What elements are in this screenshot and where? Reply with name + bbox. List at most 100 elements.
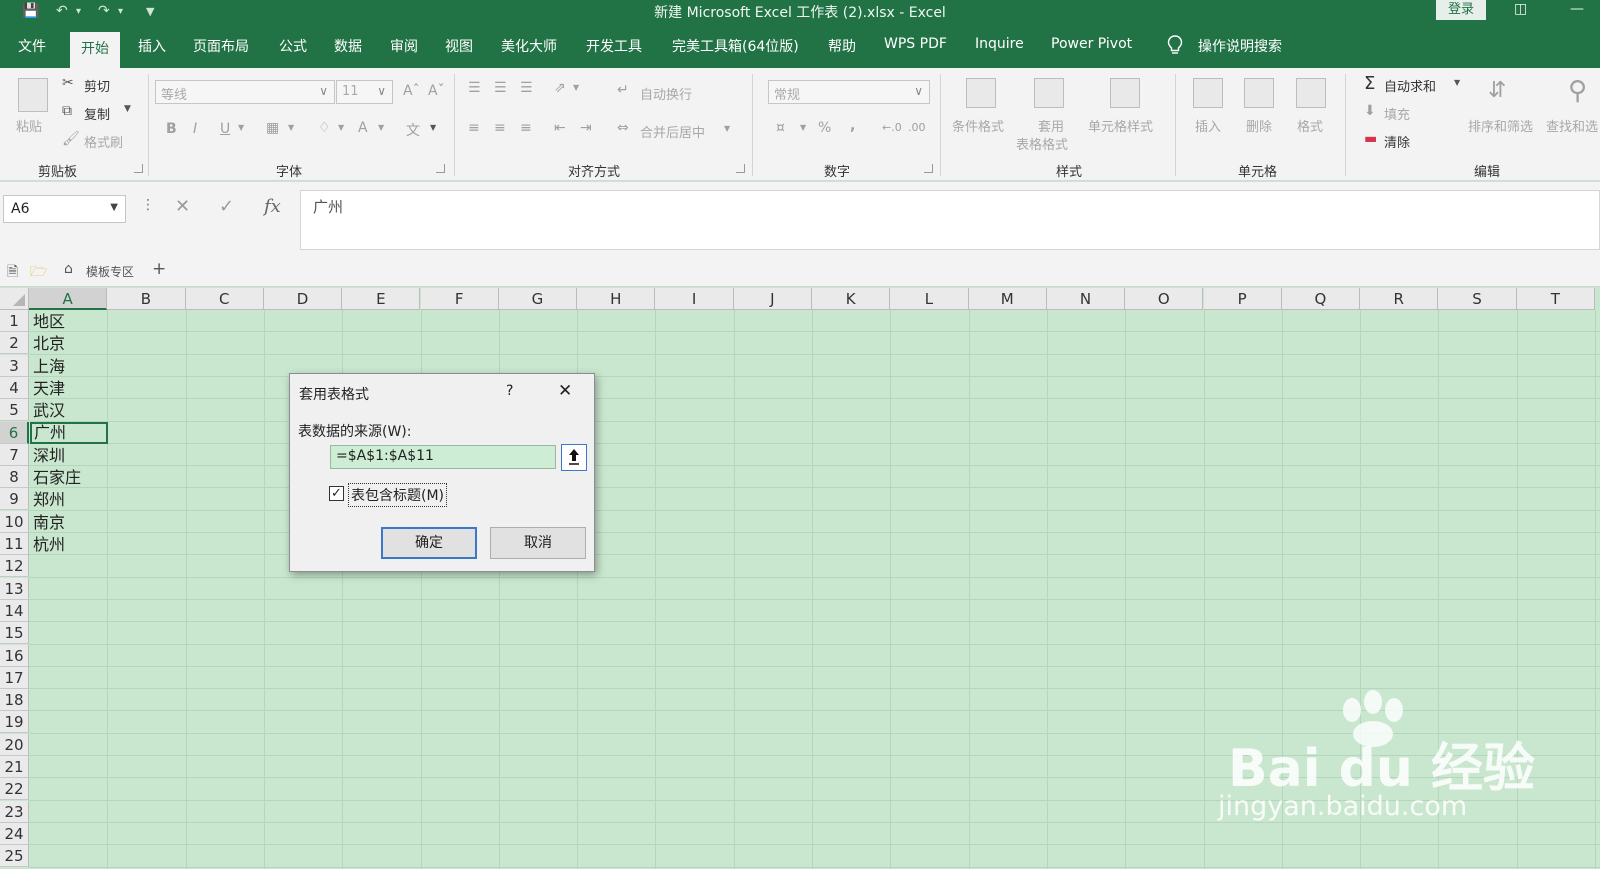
row-header[interactable]: 2 bbox=[0, 332, 29, 355]
source-range-input[interactable]: =$A$1:$A$11 bbox=[330, 445, 556, 469]
increase-decimal-icon[interactable]: ←.0 bbox=[882, 121, 902, 134]
tab-help[interactable]: 帮助 bbox=[828, 36, 856, 56]
column-header[interactable]: C bbox=[185, 288, 264, 310]
italic-button[interactable]: I bbox=[193, 121, 197, 137]
row-header[interactable]: 21 bbox=[0, 756, 29, 778]
sort-filter-button[interactable]: 排序和筛选 bbox=[1468, 116, 1533, 135]
orientation-icon[interactable]: ⇗ bbox=[554, 80, 566, 96]
row-header[interactable]: 13 bbox=[0, 577, 29, 600]
column-header[interactable]: G bbox=[498, 288, 578, 310]
row-header[interactable]: 25 bbox=[0, 845, 29, 868]
column-header[interactable]: Q bbox=[1281, 288, 1361, 310]
shrink-font-icon[interactable]: Aˇ bbox=[428, 83, 445, 99]
row-header[interactable]: 19 bbox=[0, 711, 29, 734]
row-header[interactable]: 18 bbox=[0, 689, 29, 712]
column-header[interactable]: A bbox=[29, 288, 108, 310]
phonetic-dropdown-icon[interactable]: ▼ bbox=[430, 123, 436, 132]
column-header[interactable]: N bbox=[1046, 288, 1126, 310]
column-header[interactable]: J bbox=[733, 288, 812, 310]
column-header[interactable]: T bbox=[1516, 288, 1595, 310]
currency-dropdown-icon[interactable]: ▼ bbox=[800, 123, 806, 132]
row-header[interactable]: 4 bbox=[0, 376, 29, 399]
row-header[interactable]: 3 bbox=[0, 354, 29, 377]
fill-color-icon[interactable]: ♢ bbox=[318, 120, 331, 136]
tab-inquire[interactable]: Inquire bbox=[975, 36, 1024, 52]
paste-icon[interactable] bbox=[18, 78, 48, 112]
cell[interactable]: 北京 bbox=[30, 332, 108, 354]
grow-font-icon[interactable]: Aˆ bbox=[403, 83, 420, 99]
column-header[interactable]: P bbox=[1203, 288, 1282, 310]
row-header[interactable]: 10 bbox=[0, 510, 29, 533]
row-header[interactable]: 17 bbox=[0, 666, 29, 689]
new-doc-icon[interactable]: 🗎 bbox=[7, 261, 18, 285]
format-painter-button[interactable]: 格式刷 bbox=[84, 132, 123, 151]
autosum-button[interactable]: 自动求和 bbox=[1384, 76, 1436, 95]
confirm-entry-icon[interactable]: ✓ bbox=[219, 196, 234, 217]
cell-styles-button[interactable]: 单元格样式 bbox=[1088, 116, 1153, 135]
ok-button[interactable]: 确定 bbox=[381, 527, 477, 559]
tab-page-layout[interactable]: 页面布局 bbox=[193, 36, 249, 56]
tab-perfect-toolbox[interactable]: 完美工具箱(64位版) bbox=[672, 36, 799, 56]
ribbon-display-icon[interactable]: ◫ bbox=[1514, 1, 1527, 17]
autosum-dropdown-icon[interactable]: ▼ bbox=[1454, 78, 1460, 87]
column-header[interactable]: D bbox=[263, 288, 343, 310]
increase-indent-icon[interactable]: ⇥ bbox=[580, 120, 592, 136]
tab-data[interactable]: 数据 bbox=[334, 36, 362, 56]
folder-icon[interactable]: 🗁 bbox=[30, 261, 47, 285]
alignment-launcher-icon[interactable] bbox=[736, 164, 745, 173]
column-header[interactable]: F bbox=[420, 288, 499, 310]
row-header[interactable]: 24 bbox=[0, 822, 29, 845]
copy-button[interactable]: 复制 bbox=[84, 104, 110, 123]
tab-power-pivot[interactable]: Power Pivot bbox=[1051, 36, 1132, 52]
add-tab-button[interactable]: + bbox=[152, 259, 166, 279]
row-header[interactable]: 20 bbox=[0, 733, 29, 756]
currency-icon[interactable]: ¤ bbox=[776, 120, 785, 136]
table-format-button-line2[interactable]: 表格格式 bbox=[1016, 134, 1068, 153]
underline-dropdown-icon[interactable]: ▼ bbox=[238, 123, 244, 132]
cell[interactable]: 武汉 bbox=[30, 399, 108, 421]
cancel-button[interactable]: 取消 bbox=[490, 527, 586, 559]
row-header[interactable]: 11 bbox=[0, 533, 29, 555]
tab-developer[interactable]: 开发工具 bbox=[586, 36, 642, 56]
font-size-box[interactable]: 11 ∨ bbox=[336, 80, 393, 104]
fill-button[interactable]: 填充 bbox=[1384, 104, 1410, 123]
row-header[interactable]: 22 bbox=[0, 778, 29, 801]
formula-input[interactable]: 广州 bbox=[300, 190, 1600, 250]
insert-cells-button[interactable]: 插入 bbox=[1195, 116, 1221, 135]
cell[interactable]: 上海 bbox=[30, 355, 108, 377]
cell[interactable]: 郑州 bbox=[30, 488, 108, 510]
row-header[interactable]: 12 bbox=[0, 555, 29, 578]
row-header[interactable]: 7 bbox=[0, 443, 29, 466]
lightbulb-icon[interactable] bbox=[1166, 34, 1184, 56]
align-left-icon[interactable]: ≡ bbox=[468, 120, 480, 136]
column-header[interactable]: K bbox=[812, 288, 891, 310]
decrease-indent-icon[interactable]: ⇤ bbox=[554, 120, 566, 136]
tab-insert[interactable]: 插入 bbox=[138, 36, 166, 56]
underline-button[interactable]: U bbox=[220, 121, 230, 137]
cell[interactable]: 深圳 bbox=[30, 444, 108, 466]
cell[interactable]: 杭州 bbox=[30, 533, 108, 555]
column-header[interactable]: M bbox=[968, 288, 1047, 310]
has-headers-checkbox[interactable]: ✓ bbox=[329, 486, 344, 501]
login-button[interactable]: 登录 bbox=[1436, 0, 1486, 20]
row-header[interactable]: 14 bbox=[0, 599, 29, 622]
find-select-button[interactable]: 查找和选 bbox=[1546, 116, 1598, 135]
align-bottom-icon[interactable]: ☰ bbox=[520, 80, 533, 96]
table-format-button-line1[interactable]: 套用 bbox=[1038, 116, 1064, 135]
conditional-format-button[interactable]: 条件格式 bbox=[952, 116, 1004, 135]
tab-review[interactable]: 审阅 bbox=[390, 36, 418, 56]
column-header[interactable]: H bbox=[577, 288, 656, 310]
insert-function-button[interactable]: fx bbox=[264, 196, 281, 217]
minimize-icon[interactable]: — bbox=[1570, 1, 1584, 17]
column-header[interactable]: E bbox=[342, 288, 421, 310]
align-center-icon[interactable]: ≡ bbox=[494, 120, 506, 136]
font-launcher-icon[interactable] bbox=[436, 164, 445, 173]
comma-button[interactable]: , bbox=[850, 118, 855, 134]
clear-button[interactable]: 清除 bbox=[1384, 132, 1410, 151]
delete-cells-button[interactable]: 删除 bbox=[1246, 116, 1272, 135]
row-header[interactable]: 15 bbox=[0, 622, 29, 645]
tab-view[interactable]: 视图 bbox=[445, 36, 473, 56]
percent-button[interactable]: % bbox=[818, 120, 831, 136]
format-cells-button[interactable]: 格式 bbox=[1297, 116, 1323, 135]
cancel-entry-icon[interactable]: ✕ bbox=[175, 196, 190, 217]
